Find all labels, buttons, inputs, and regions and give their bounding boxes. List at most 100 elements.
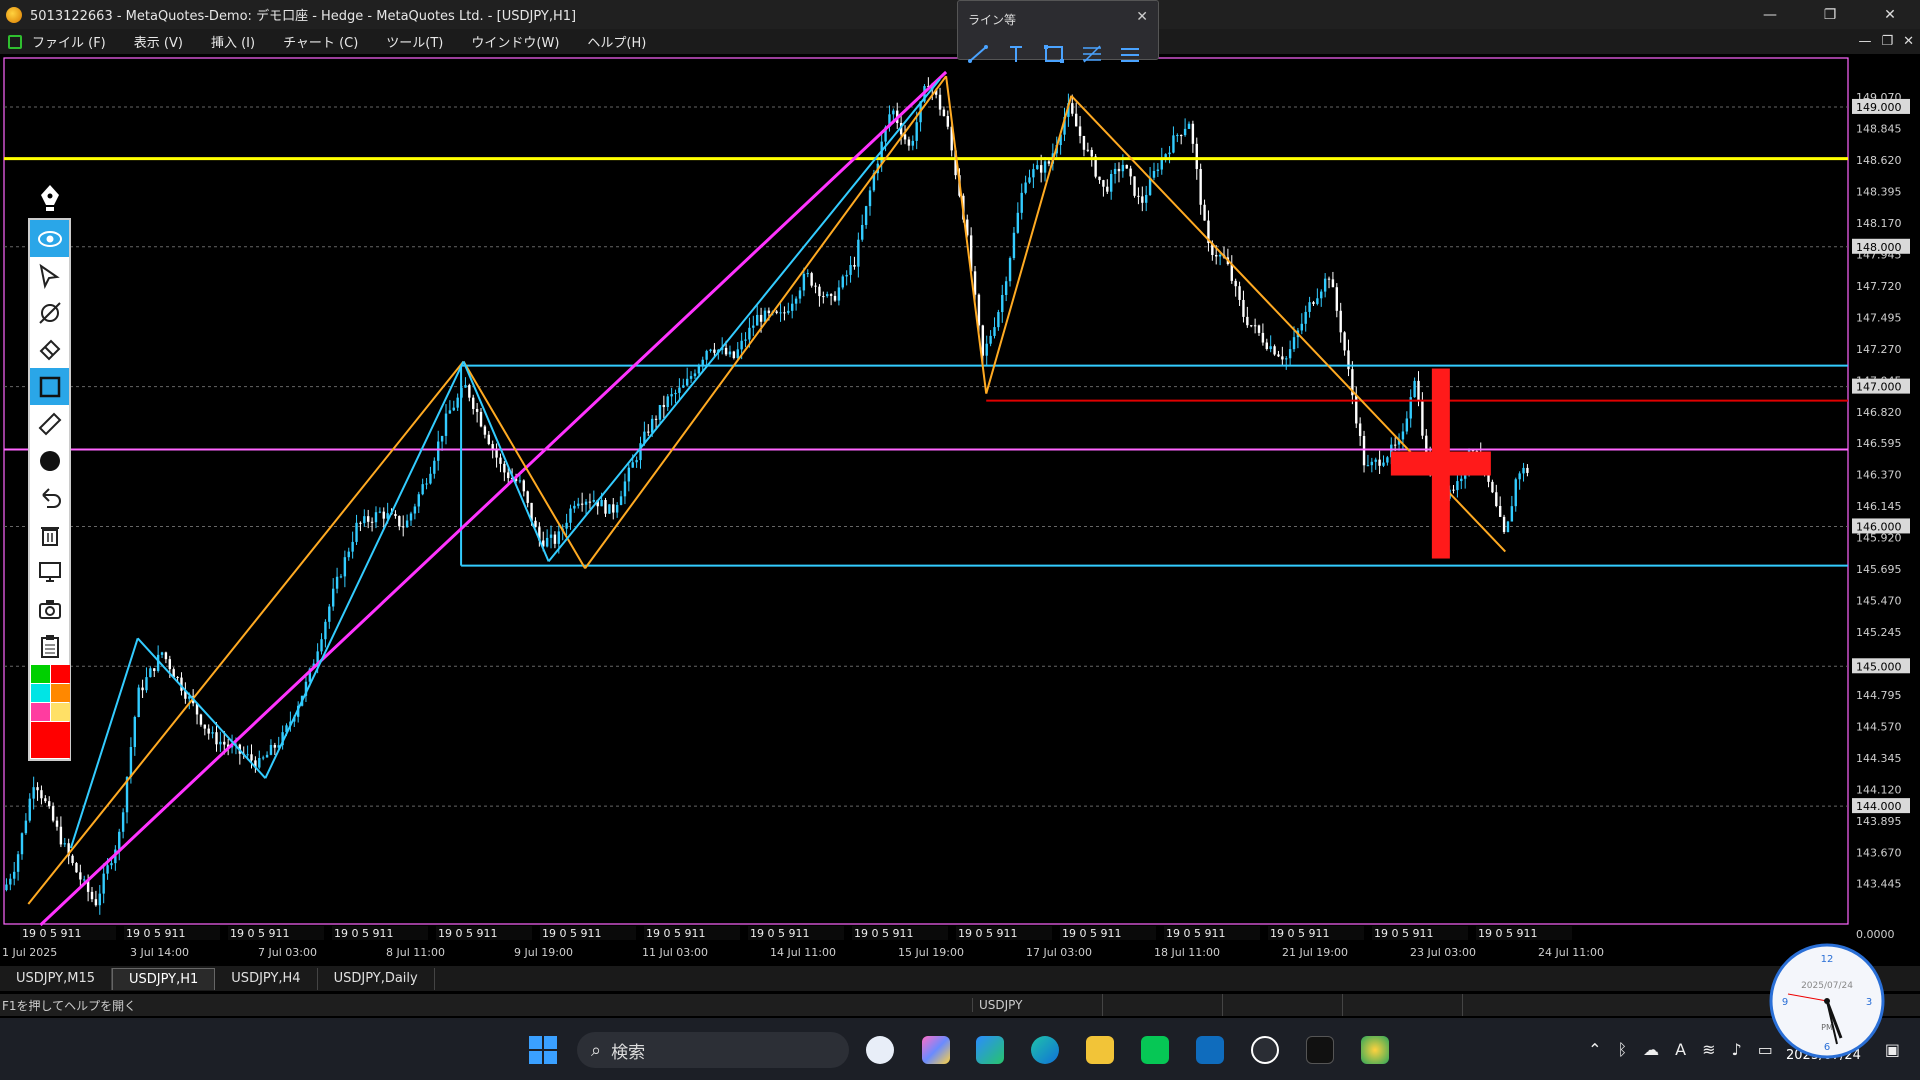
rectangle-icon[interactable] bbox=[1042, 43, 1066, 65]
pen-icon[interactable] bbox=[28, 178, 71, 218]
store-icon[interactable] bbox=[976, 1036, 1004, 1064]
camera-icon[interactable] bbox=[30, 590, 69, 627]
candle-body bbox=[814, 285, 817, 287]
candle-body bbox=[1366, 465, 1370, 467]
metatrader-taskbar-icon[interactable] bbox=[1361, 1036, 1389, 1064]
line-tools-panel[interactable]: ライン等 ✕ bbox=[957, 0, 1159, 63]
minimize-button[interactable]: — bbox=[1740, 0, 1800, 29]
color-swatch-green[interactable] bbox=[31, 665, 50, 683]
menu-chart[interactable]: チャート (C) bbox=[283, 32, 358, 51]
taskbar-search[interactable]: ⌕ 検索 bbox=[577, 1032, 849, 1068]
price-tag-label: 147.000 bbox=[1856, 381, 1902, 394]
dot-icon[interactable] bbox=[30, 442, 69, 479]
mdi-close-button[interactable]: ✕ bbox=[1903, 34, 1914, 49]
start-button[interactable] bbox=[529, 1036, 559, 1064]
candle-body bbox=[1405, 418, 1409, 432]
color-swatch-cyan[interactable] bbox=[31, 684, 50, 702]
tab-usdjpy-m15[interactable]: USDJPY,M15 bbox=[0, 967, 112, 990]
y-axis-tick-label: 146.370 bbox=[1856, 469, 1902, 482]
outlook-icon[interactable] bbox=[1196, 1036, 1224, 1064]
cursor-icon[interactable] bbox=[30, 257, 69, 294]
trash-icon[interactable] bbox=[30, 516, 69, 553]
candle-body bbox=[1071, 103, 1074, 114]
file-explorer-icon[interactable] bbox=[1086, 1036, 1114, 1064]
status-cell bbox=[1222, 994, 1342, 1016]
candle-body bbox=[149, 668, 152, 678]
candle-body bbox=[1121, 164, 1125, 172]
menu-tools[interactable]: ツール(T) bbox=[386, 32, 443, 51]
tab-usdjpy-h1[interactable]: USDJPY,H1 bbox=[112, 967, 216, 990]
candle-body bbox=[75, 863, 78, 873]
candle-body bbox=[1514, 479, 1517, 507]
x-axis-tick-label: 21 Jul 19:00 bbox=[1282, 946, 1348, 959]
color-swatch-red[interactable] bbox=[51, 665, 70, 683]
mdi-restore-button[interactable]: ❐ bbox=[1881, 34, 1893, 49]
selected-color-swatch[interactable] bbox=[31, 722, 70, 758]
wifi-icon[interactable]: ≋ bbox=[1702, 1040, 1715, 1059]
candle-body bbox=[907, 139, 911, 146]
clock-app-icon[interactable] bbox=[866, 1036, 894, 1064]
candle-body bbox=[1413, 380, 1416, 398]
clipboard-icon[interactable] bbox=[30, 627, 69, 664]
restore-button[interactable]: ❐ bbox=[1800, 0, 1860, 29]
color-swatch-orange[interactable] bbox=[51, 684, 70, 702]
candle-body bbox=[740, 340, 743, 350]
candle-body bbox=[145, 677, 148, 691]
ime-icon[interactable]: A bbox=[1675, 1040, 1686, 1059]
candle-body bbox=[472, 397, 475, 409]
tab-usdjpy-daily[interactable]: USDJPY,Daily bbox=[318, 967, 435, 990]
mdi-minimize-button[interactable]: — bbox=[1858, 34, 1871, 49]
channel-icon[interactable] bbox=[1118, 43, 1142, 65]
candle-body bbox=[417, 494, 420, 507]
xm-app-icon[interactable] bbox=[1306, 1036, 1334, 1064]
ruler-icon[interactable] bbox=[30, 405, 69, 442]
tab-usdjpy-h4[interactable]: USDJPY,H4 bbox=[215, 967, 318, 990]
candle-body bbox=[1491, 481, 1494, 493]
candle-body bbox=[845, 274, 848, 277]
metatrader-app-icon bbox=[6, 6, 22, 23]
line-panel-close-button[interactable]: ✕ bbox=[1136, 9, 1148, 25]
menu-window[interactable]: ウインドウ(W) bbox=[471, 32, 559, 51]
color-swatch-yellow[interactable] bbox=[51, 703, 70, 721]
pen-app-icon[interactable] bbox=[1251, 1036, 1279, 1064]
candle-body bbox=[160, 652, 164, 655]
close-button[interactable]: ✕ bbox=[1860, 0, 1920, 29]
eraser-icon[interactable] bbox=[30, 331, 69, 368]
chevron-up-icon[interactable]: ⌃ bbox=[1588, 1040, 1601, 1059]
candle-body bbox=[779, 312, 782, 314]
menu-view[interactable]: 表示 (V) bbox=[134, 32, 183, 51]
status-bar: F1を押してヘルプを開く USDJPY bbox=[0, 994, 1920, 1016]
candle-body bbox=[468, 385, 471, 398]
candle-body bbox=[1339, 310, 1342, 333]
rectangle-icon[interactable] bbox=[30, 368, 69, 405]
candle-body bbox=[1168, 152, 1171, 155]
screen-icon[interactable] bbox=[30, 553, 69, 590]
candle-body bbox=[993, 327, 996, 336]
menu-file[interactable]: ファイル (F) bbox=[32, 32, 106, 51]
price-chart[interactable]: 149.070 148.845 148.620 148.395 148.170 147.9… bbox=[0, 54, 1920, 966]
volume-icon[interactable]: ♪ bbox=[1732, 1040, 1742, 1059]
text-icon[interactable] bbox=[1004, 43, 1028, 65]
candle-body bbox=[374, 512, 378, 523]
edge-browser-icon[interactable] bbox=[1031, 1036, 1059, 1064]
eye-icon[interactable] bbox=[30, 220, 69, 257]
undo-icon[interactable] bbox=[30, 479, 69, 516]
candle-body bbox=[1261, 332, 1265, 343]
candle-body bbox=[398, 515, 401, 527]
candle-body bbox=[487, 434, 490, 445]
menu-insert[interactable]: 挿入 (I) bbox=[211, 32, 255, 51]
chart-canvas[interactable]: 149.070148.845148.620148.395148.170147.9… bbox=[0, 54, 1920, 966]
fibonacci-icon[interactable] bbox=[1080, 43, 1104, 65]
cloud-icon[interactable]: ☁ bbox=[1643, 1040, 1659, 1059]
notification-icon[interactable]: ▣ bbox=[1885, 1040, 1900, 1059]
candle-body bbox=[635, 460, 638, 463]
crosshair-icon[interactable] bbox=[30, 294, 69, 331]
menu-help[interactable]: ヘルプ(H) bbox=[587, 32, 646, 51]
trendline-icon[interactable] bbox=[966, 43, 990, 65]
color-swatch-pink[interactable] bbox=[31, 703, 50, 721]
copilot-icon[interactable] bbox=[922, 1036, 950, 1064]
clock-numeral-6: 6 bbox=[1824, 1042, 1830, 1053]
bluetooth-icon[interactable]: ᛒ bbox=[1618, 1040, 1628, 1059]
candle-body bbox=[1285, 358, 1288, 360]
line-app-icon[interactable] bbox=[1141, 1036, 1169, 1064]
